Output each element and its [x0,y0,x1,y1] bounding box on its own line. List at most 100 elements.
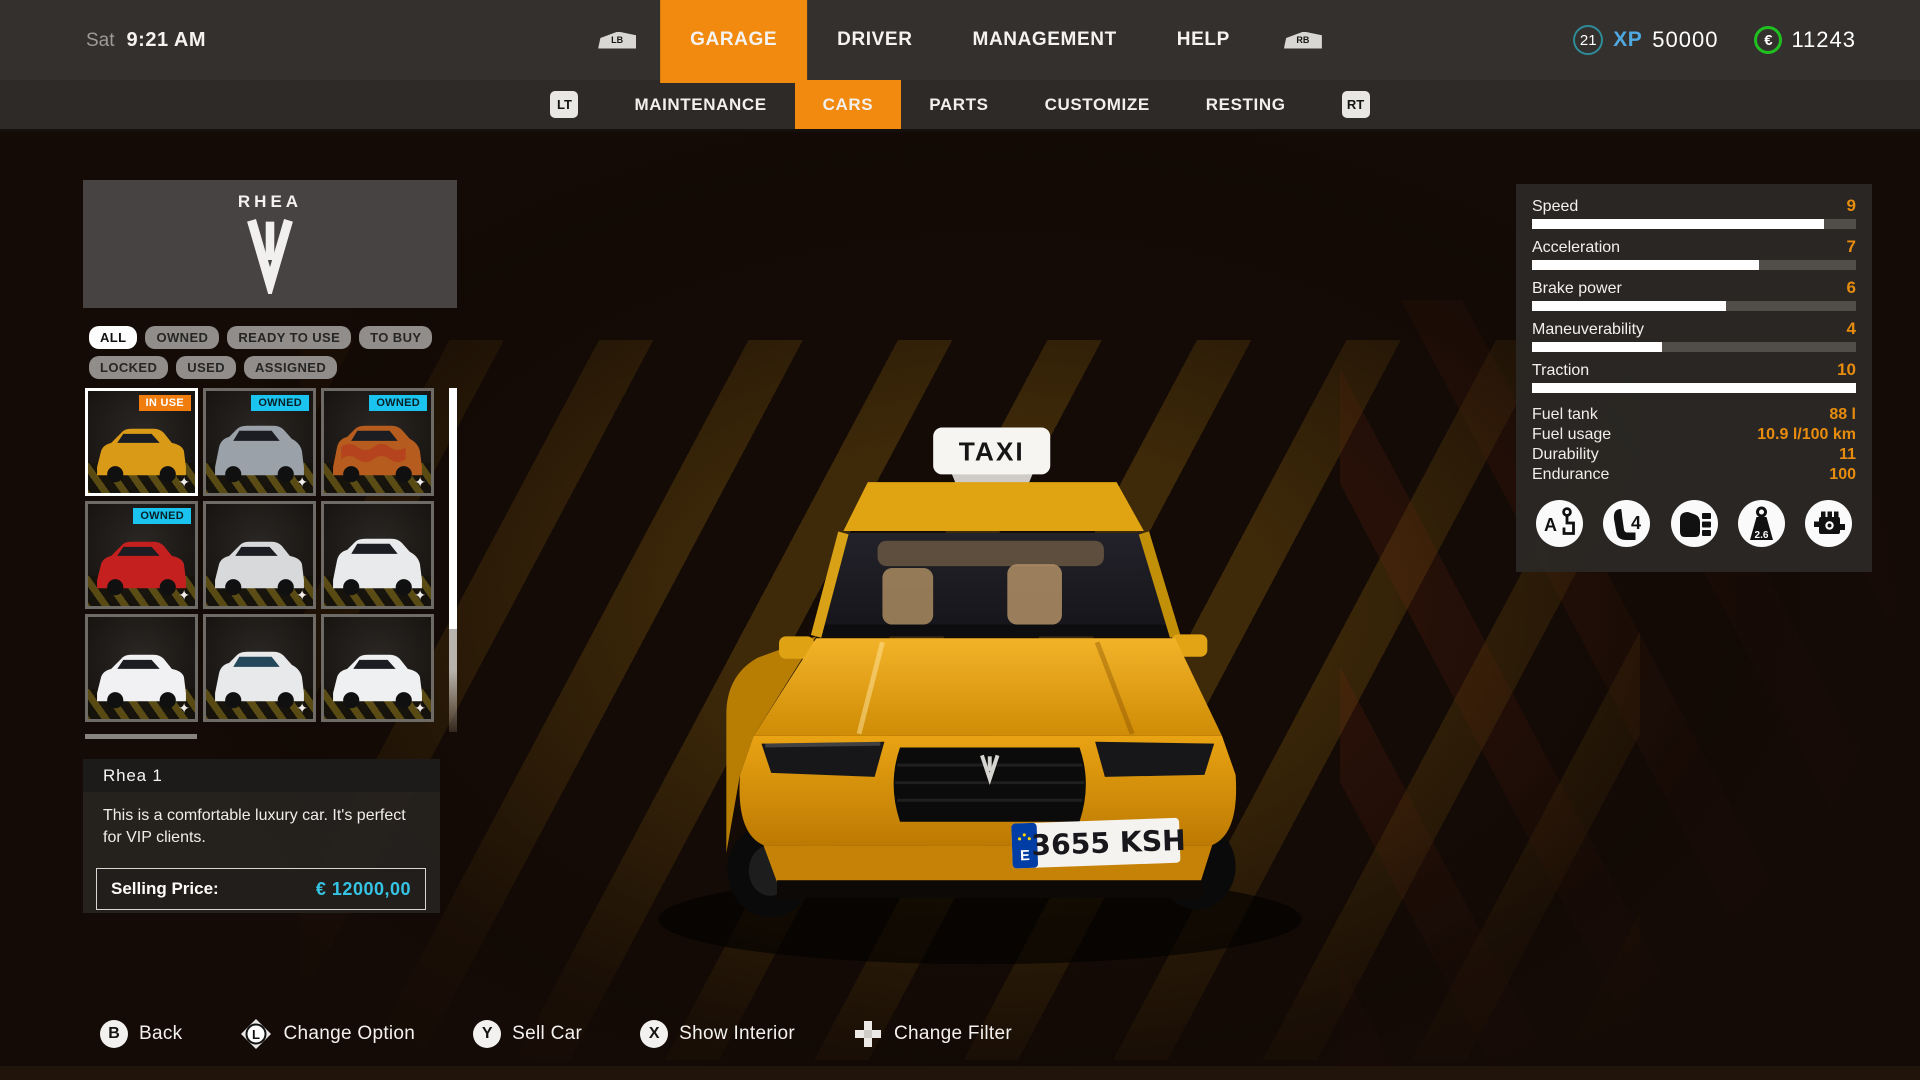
filter-used[interactable]: USED [176,356,237,379]
svg-text:L: L [252,1027,260,1042]
tab-cars[interactable]: CARS [794,80,902,129]
dpad-icon [855,1021,881,1047]
action-sell-car[interactable]: Y Sell Car [473,1020,582,1048]
filter-locked[interactable]: LOCKED [89,356,169,379]
stat-bar [1532,219,1856,229]
tab-parts[interactable]: PARTS [901,80,1016,129]
car-tile-7[interactable]: ✦ [85,614,198,722]
car-tile-2[interactable]: OWNED ✦ [203,388,316,496]
svg-text:2.6: 2.6 [1755,530,1769,541]
brand-name: RHEA [237,192,303,211]
filter-assigned[interactable]: ASSIGNED [244,356,338,379]
detail-fuel-tank: Fuel tank 88 l [1532,406,1856,424]
car-thumbnail [97,541,186,596]
stat-bar [1532,301,1856,311]
action-show-interior[interactable]: X Show Interior [640,1020,795,1048]
time-label: 9:21 AM [126,28,206,51]
hero-taxi-car[interactable]: TAXI E 3655 KSH [585,248,1375,970]
rb-bumper-icon[interactable]: RB [1283,31,1322,49]
floor-edge [0,1066,1920,1080]
sparkle-icon: ✦ [296,700,308,716]
detail-value: 88 l [1829,406,1856,423]
action-label: Change Filter [894,1023,1012,1044]
car-thumbnail [215,541,304,596]
detail-durability: Durability 11 [1532,446,1856,464]
tab-customize[interactable]: CUSTOMIZE [1017,80,1178,129]
car-name: Rhea 1 [83,759,440,792]
car-thumbnail [215,425,304,483]
action-change-filter[interactable]: Change Filter [853,1019,1012,1049]
left-stick-icon: L [241,1019,272,1049]
stat-bar [1532,260,1856,270]
stat-label: Traction [1532,362,1590,379]
svg-text:A: A [1544,515,1557,535]
b-button-icon: B [100,1020,128,1048]
rt-trigger-icon[interactable]: RT [1341,91,1370,118]
filter-owned[interactable]: OWNED [145,326,220,349]
selling-price-label: Selling Price: [111,879,219,898]
car-thumbnail [333,654,422,709]
x-button-icon: X [640,1020,669,1048]
filter-all[interactable]: ALL [89,326,138,349]
car-tile-6[interactable]: ✦ [321,501,434,609]
car-thumbnail [97,654,186,709]
tab-help[interactable]: HELP [1147,0,1260,80]
tab-driver[interactable]: DRIVER [807,0,942,80]
car-tile-5[interactable]: ✦ [203,501,316,609]
player-status: 21 XP 50000 € 11243 [1573,25,1856,55]
svg-text:4: 4 [1631,513,1641,533]
stat-value: 10 [1837,360,1856,379]
sparkle-icon: ✦ [414,587,426,603]
tab-management[interactable]: MANAGEMENT [943,0,1147,80]
grid-scroll-indicator [85,734,197,739]
tab-garage[interactable]: GARAGE [660,0,808,83]
car-tile-4[interactable]: OWNED ✦ [85,501,198,609]
detail-label: Fuel tank [1532,406,1598,423]
tab-maintenance[interactable]: MAINTENANCE [606,80,794,129]
day-label: Sat [86,29,115,51]
stat-value: 4 [1846,319,1856,338]
engine-icon [1805,500,1852,547]
detail-value: 11 [1839,446,1856,463]
sparkle-icon: ✦ [178,587,190,603]
level-badge: 21 [1573,25,1604,55]
detail-endurance: Endurance 100 [1532,466,1856,484]
car-thumbnail [97,428,186,483]
top-bar: Sat 9:21 AM LB GARAGE DRIVER MANAGEMENT … [0,0,1920,83]
lb-bumper-icon[interactable]: LB [598,31,637,49]
lt-trigger-icon[interactable]: LT [550,91,579,118]
car-tile-3[interactable]: OWNED ✦ [321,388,434,496]
stat-value: 6 [1846,278,1856,297]
filter-ready-to-use[interactable]: READY TO USE [227,326,352,349]
xp-label: XP [1613,28,1643,51]
status-badge: OWNED [369,395,427,411]
action-bar: B Back L Change Option Y Sell Car X Show… [100,1018,1012,1050]
svg-text:3655 KSH: 3655 KSH [1031,824,1187,862]
action-change-option[interactable]: L Change Option [240,1018,415,1050]
euro-icon: € [1754,26,1783,54]
xp-value: 50000 [1652,27,1719,52]
grid-scrollbar[interactable] [449,388,457,732]
seats-icon: 4 [1603,500,1651,547]
tab-resting[interactable]: RESTING [1178,80,1314,129]
filter-to-buy[interactable]: TO BUY [359,326,433,349]
garage-sub-nav: LT MAINTENANCE CARS PARTS CUSTOMIZE REST… [0,80,1920,132]
stat-acceleration: Acceleration 7 [1532,237,1856,270]
feature-icons: A 4 2.6 [1532,500,1856,547]
stat-label: Brake power [1532,280,1622,297]
stat-label: Acceleration [1532,239,1621,256]
money-value: 11243 [1791,27,1856,52]
action-back[interactable]: B Back [100,1020,182,1048]
detail-label: Endurance [1532,466,1610,483]
sparkle-icon: ✦ [178,700,190,716]
car-tile-9[interactable]: ✦ [321,614,434,722]
car-tile-8[interactable]: ✦ [203,614,316,722]
stat-traction: Traction 10 [1532,360,1856,393]
detail-value: 10.9 l/100 km [1757,426,1856,443]
car-thumbnail [333,425,422,483]
detail-label: Fuel usage [1532,426,1612,443]
stat-bar [1532,342,1856,352]
car-tile-1[interactable]: IN USE ✦ [85,388,198,496]
sparkle-icon: ✦ [414,700,426,716]
svg-text:TAXI: TAXI [959,437,1025,467]
